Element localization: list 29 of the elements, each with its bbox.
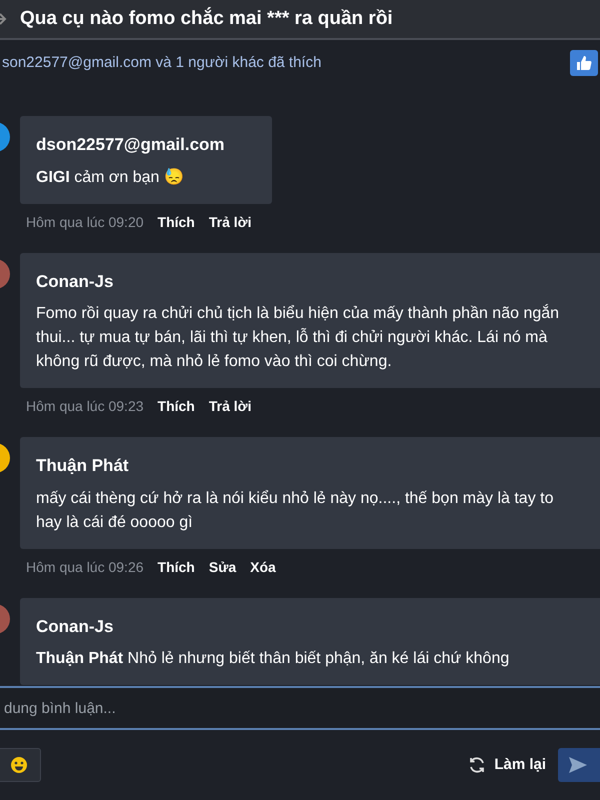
comment-time: Hôm qua lúc 09:26 [26,558,144,577]
comment-action-link[interactable]: Thích [158,212,195,232]
emoji-button[interactable] [0,748,41,782]
comment-text: mấy cái thèng cứ hở ra là nói kiểu nhỏ lẻ này nọ...., thế bọn mày là tay to hay là cái đé ooooo gì [36,488,554,532]
comment-text: Thuận Phát Nhỏ lẻ nhưng biết thân biết phận, ăn ké lái chứ không [36,649,510,669]
comment-text: GIGI cảm ơn bạn 😓 [36,167,185,188]
thread-title: Qua cụ nào fomo chắc mai *** ra quần rồi [20,6,393,31]
comment-input[interactable]: dung bình luận... [0,688,600,728]
comment-action-link[interactable]: Trả lời [208,396,252,417]
comment-time: Hôm qua lúc 09:23 [26,397,144,416]
comment-time: Hôm qua lúc 09:20 [26,212,144,232]
comment-action-link[interactable]: Thích [158,556,195,578]
like-button[interactable] [570,50,598,76]
thumbs-up-icon [576,55,592,71]
comment-action-link[interactable]: Xóa [250,556,276,578]
comment-author[interactable]: dson22577@gmail.com [36,132,256,158]
send-button[interactable] [558,748,600,782]
comment-action-link[interactable]: Trả lời [208,212,252,232]
comment-action-link[interactable]: Thích [158,396,195,417]
likes-summary[interactable]: son22577@gmail.com và 1 người khác đã thích [2,52,322,74]
reset-button[interactable]: Làm lại [468,754,546,776]
comment-text: Fomo rồi quay ra chửi chủ tịch là biểu hiện của mấy thành phần não ngắn thui... tự mua tự bán, lãi thì tự khen, lỗ thì đi chửi người khác. Lái nó mà không rũ được, mà nhỏ lẻ fomo vào thì coi chừng. [36,303,560,372]
comment-author[interactable]: Thuận Phát [36,453,600,478]
send-icon [568,756,588,774]
comment-author[interactable]: Conan-Js [36,268,600,294]
smiley-icon [10,756,28,774]
comment-action-link[interactable]: Sửa [208,556,236,578]
refresh-icon [468,756,486,774]
comment-author[interactable]: Conan-Js [36,614,600,639]
